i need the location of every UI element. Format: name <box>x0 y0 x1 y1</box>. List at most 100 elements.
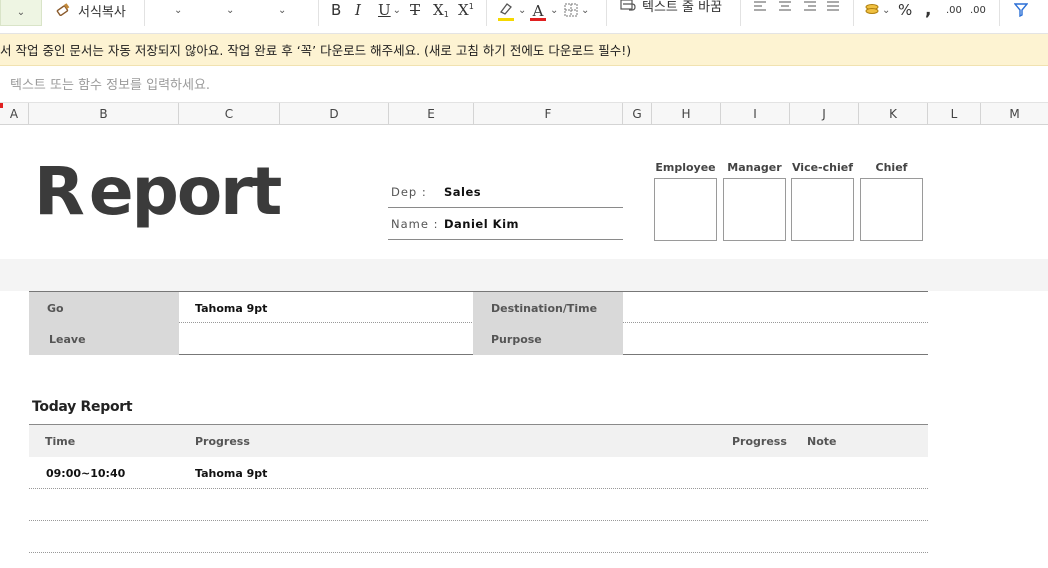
toolbar-divider <box>486 0 487 26</box>
font-family-dropdown[interactable]: ⌄ <box>174 0 182 20</box>
column-header-j[interactable]: J <box>790 103 859 125</box>
chevron-down-icon: ⌄ <box>226 4 235 16</box>
approval-label-vice-chief: Vice-chief <box>791 161 853 174</box>
go-row: Go Tahoma 9pt Destination/Time <box>29 291 928 324</box>
font-color-button[interactable]: A ⌄ <box>530 0 559 21</box>
approval-label-chief: Chief <box>875 161 908 174</box>
toolbar-divider <box>606 0 607 26</box>
style-dropdown[interactable]: ⌄ <box>278 0 286 20</box>
bold-button[interactable]: B <box>331 0 341 20</box>
time-cell[interactable]: 09:00~10:40 <box>46 457 125 489</box>
currency-format-button[interactable]: ⌄ <box>864 0 890 20</box>
underline-button[interactable]: U ⌄ <box>378 0 401 20</box>
font-size-dropdown[interactable]: ⌄ <box>226 0 234 20</box>
toolbar-dropdown-button[interactable]: ⌄ <box>0 0 42 26</box>
table-row[interactable] <box>29 521 928 553</box>
italic-button[interactable]: I <box>355 0 361 20</box>
approval-box-vice-chief[interactable] <box>791 178 854 241</box>
highlight-color-button[interactable]: ⌄ <box>498 0 527 21</box>
time-column-header: Time <box>45 435 76 448</box>
wrap-text-label: 텍스트 줄 바꿈 <box>642 0 723 15</box>
column-header-i[interactable]: I <box>721 103 790 125</box>
subscript-button[interactable]: X1 <box>433 0 449 20</box>
underline-icon: U <box>378 1 391 19</box>
percent-button[interactable]: % <box>898 0 912 20</box>
chevron-down-icon: ⌄ <box>550 4 559 16</box>
align-center-button[interactable] <box>778 0 792 15</box>
name-row[interactable]: Name : Daniel Kim <box>388 208 623 240</box>
chevron-down-icon: ⌄ <box>174 4 183 16</box>
go-value-cell[interactable]: Tahoma 9pt <box>179 292 473 324</box>
paintbrush-icon <box>56 3 70 17</box>
destination-label: Destination/Time <box>473 292 623 324</box>
align-right-button[interactable] <box>803 0 817 15</box>
purpose-value-cell[interactable] <box>623 323 928 355</box>
column-header-m[interactable]: M <box>981 103 1048 125</box>
column-header-g[interactable]: G <box>623 103 652 125</box>
format-painter-label: 서식복사 <box>78 4 126 20</box>
increase-decimal-icon: .00 <box>946 4 962 16</box>
align-left-icon <box>754 1 766 11</box>
progress-column-header: Progress <box>195 435 250 448</box>
format-painter-button[interactable]: 서식복사 <box>56 0 126 20</box>
report-title: Report <box>34 159 282 225</box>
leave-value-cell[interactable] <box>179 323 473 355</box>
toolbar-divider <box>740 0 741 26</box>
name-value: Daniel Kim <box>444 216 520 231</box>
comma-button[interactable]: , <box>925 0 931 20</box>
leave-row: Leave Purpose <box>29 323 928 355</box>
approval-box-chief[interactable] <box>860 178 923 241</box>
department-label: Dep : <box>391 184 427 199</box>
wrap-text-button[interactable]: 텍스트 줄 바꿈 <box>620 0 722 15</box>
toolbar-divider <box>318 0 319 26</box>
align-left-button[interactable] <box>753 0 767 15</box>
subscript-icon: X <box>433 1 444 19</box>
formula-input[interactable] <box>10 75 910 95</box>
report-title-first-letter: R <box>34 153 85 230</box>
borders-button[interactable]: ⌄ <box>564 0 589 20</box>
chevron-down-icon: ⌄ <box>392 4 402 16</box>
column-header-k[interactable]: K <box>859 103 928 125</box>
approval-box-employee[interactable] <box>654 178 717 241</box>
column-header-c[interactable]: C <box>179 103 280 125</box>
increase-decimal-button[interactable]: .00 <box>946 0 962 20</box>
superscript-button[interactable]: X1 <box>458 0 474 20</box>
progress-cell[interactable]: Tahoma 9pt <box>195 457 267 489</box>
decrease-decimal-button[interactable]: .00 <box>970 0 986 20</box>
destination-value-cell[interactable] <box>623 292 928 324</box>
column-header-h[interactable]: H <box>652 103 721 125</box>
borders-icon <box>564 3 578 17</box>
table-row[interactable] <box>29 489 928 521</box>
highlighter-icon <box>498 2 514 21</box>
bold-icon: B <box>331 1 342 19</box>
chevron-down-icon: ⌄ <box>518 4 527 16</box>
leave-label: Leave <box>29 323 179 355</box>
column-header-b[interactable]: B <box>29 103 179 125</box>
decrease-decimal-icon: .00 <box>970 4 986 16</box>
filter-button[interactable] <box>1014 0 1028 20</box>
today-report-title: Today Report <box>32 399 133 415</box>
spreadsheet-grid[interactable]: Report Dep : Sales Name : Daniel Kim Emp… <box>0 125 1048 568</box>
strikethrough-button[interactable]: T <box>410 0 420 20</box>
department-row[interactable]: Dep : Sales <box>388 176 623 208</box>
italic-icon: I <box>355 1 361 19</box>
column-header-e[interactable]: E <box>389 103 474 125</box>
department-value: Sales <box>444 184 482 199</box>
purpose-label: Purpose <box>473 323 623 355</box>
chevron-down-icon: ⌄ <box>581 4 590 16</box>
coins-icon <box>865 4 879 14</box>
approval-box-manager[interactable] <box>723 178 786 241</box>
chevron-down-icon: ⌄ <box>16 7 26 18</box>
font-color-icon: A <box>530 2 546 21</box>
column-header-l[interactable]: L <box>928 103 981 125</box>
percent-icon: % <box>898 1 913 19</box>
column-header-a[interactable]: A <box>0 103 29 125</box>
column-header-f[interactable]: F <box>474 103 623 125</box>
toolbar-divider <box>853 0 854 26</box>
column-header-d[interactable]: D <box>280 103 389 125</box>
align-justify-button[interactable] <box>826 0 840 15</box>
go-label: Go <box>29 292 179 324</box>
chevron-down-icon: ⌄ <box>882 4 891 16</box>
table-row[interactable]: 09:00~10:40 Tahoma 9pt <box>29 457 928 489</box>
spacer-row <box>0 259 1048 291</box>
